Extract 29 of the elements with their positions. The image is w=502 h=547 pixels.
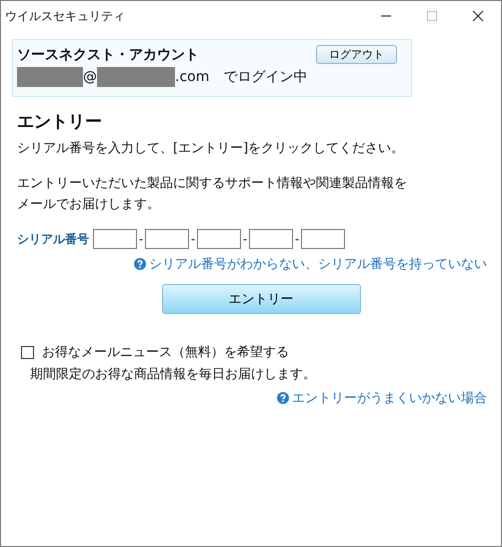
redaction-block [17,67,83,87]
newsletter-description: 期間限定のお得な商品情報を毎日お届けします。 [30,366,317,383]
serial-field[interactable] [249,229,293,249]
serial-field[interactable] [197,229,241,249]
email-text: @ [83,69,97,85]
serial-label: シリアル番号 [17,230,89,248]
help-icon [134,258,146,270]
section-heading: エントリー [17,111,103,133]
newsletter-checkbox[interactable] [21,346,34,358]
serial-field[interactable] [145,229,189,249]
login-status: でログイン中 [223,68,308,86]
instruction-text: シリアル番号を入力して、[エントリー]をクリックしてください。 [17,140,406,157]
info-text: エントリーいただいた製品に関するサポート情報や関連製品情報を メールでお届けします。 [17,175,408,214]
window-title: ウイルスセキュリティ [5,8,125,24]
entry-button[interactable]: エントリー [162,284,360,314]
close-icon[interactable] [472,10,484,22]
email-text: .com [175,69,210,85]
help-icon [277,392,289,404]
separator-text: - [190,232,196,246]
logout-button[interactable]: ログアウト [316,45,397,64]
serial-field[interactable] [301,229,345,249]
help-link[interactable]: エントリーがうまくいかない場合 [292,389,487,407]
account-title: ソースネクスト・アカウント [17,46,199,64]
separator-text: - [294,232,300,246]
separator-text: - [138,232,144,246]
newsletter-label: お得なメールニュース（無料）を希望する [42,344,289,361]
help-link[interactable]: シリアル番号がわからない、シリアル番号を持っていない [149,255,487,273]
separator-text: - [242,232,248,246]
serial-field[interactable] [93,229,137,249]
